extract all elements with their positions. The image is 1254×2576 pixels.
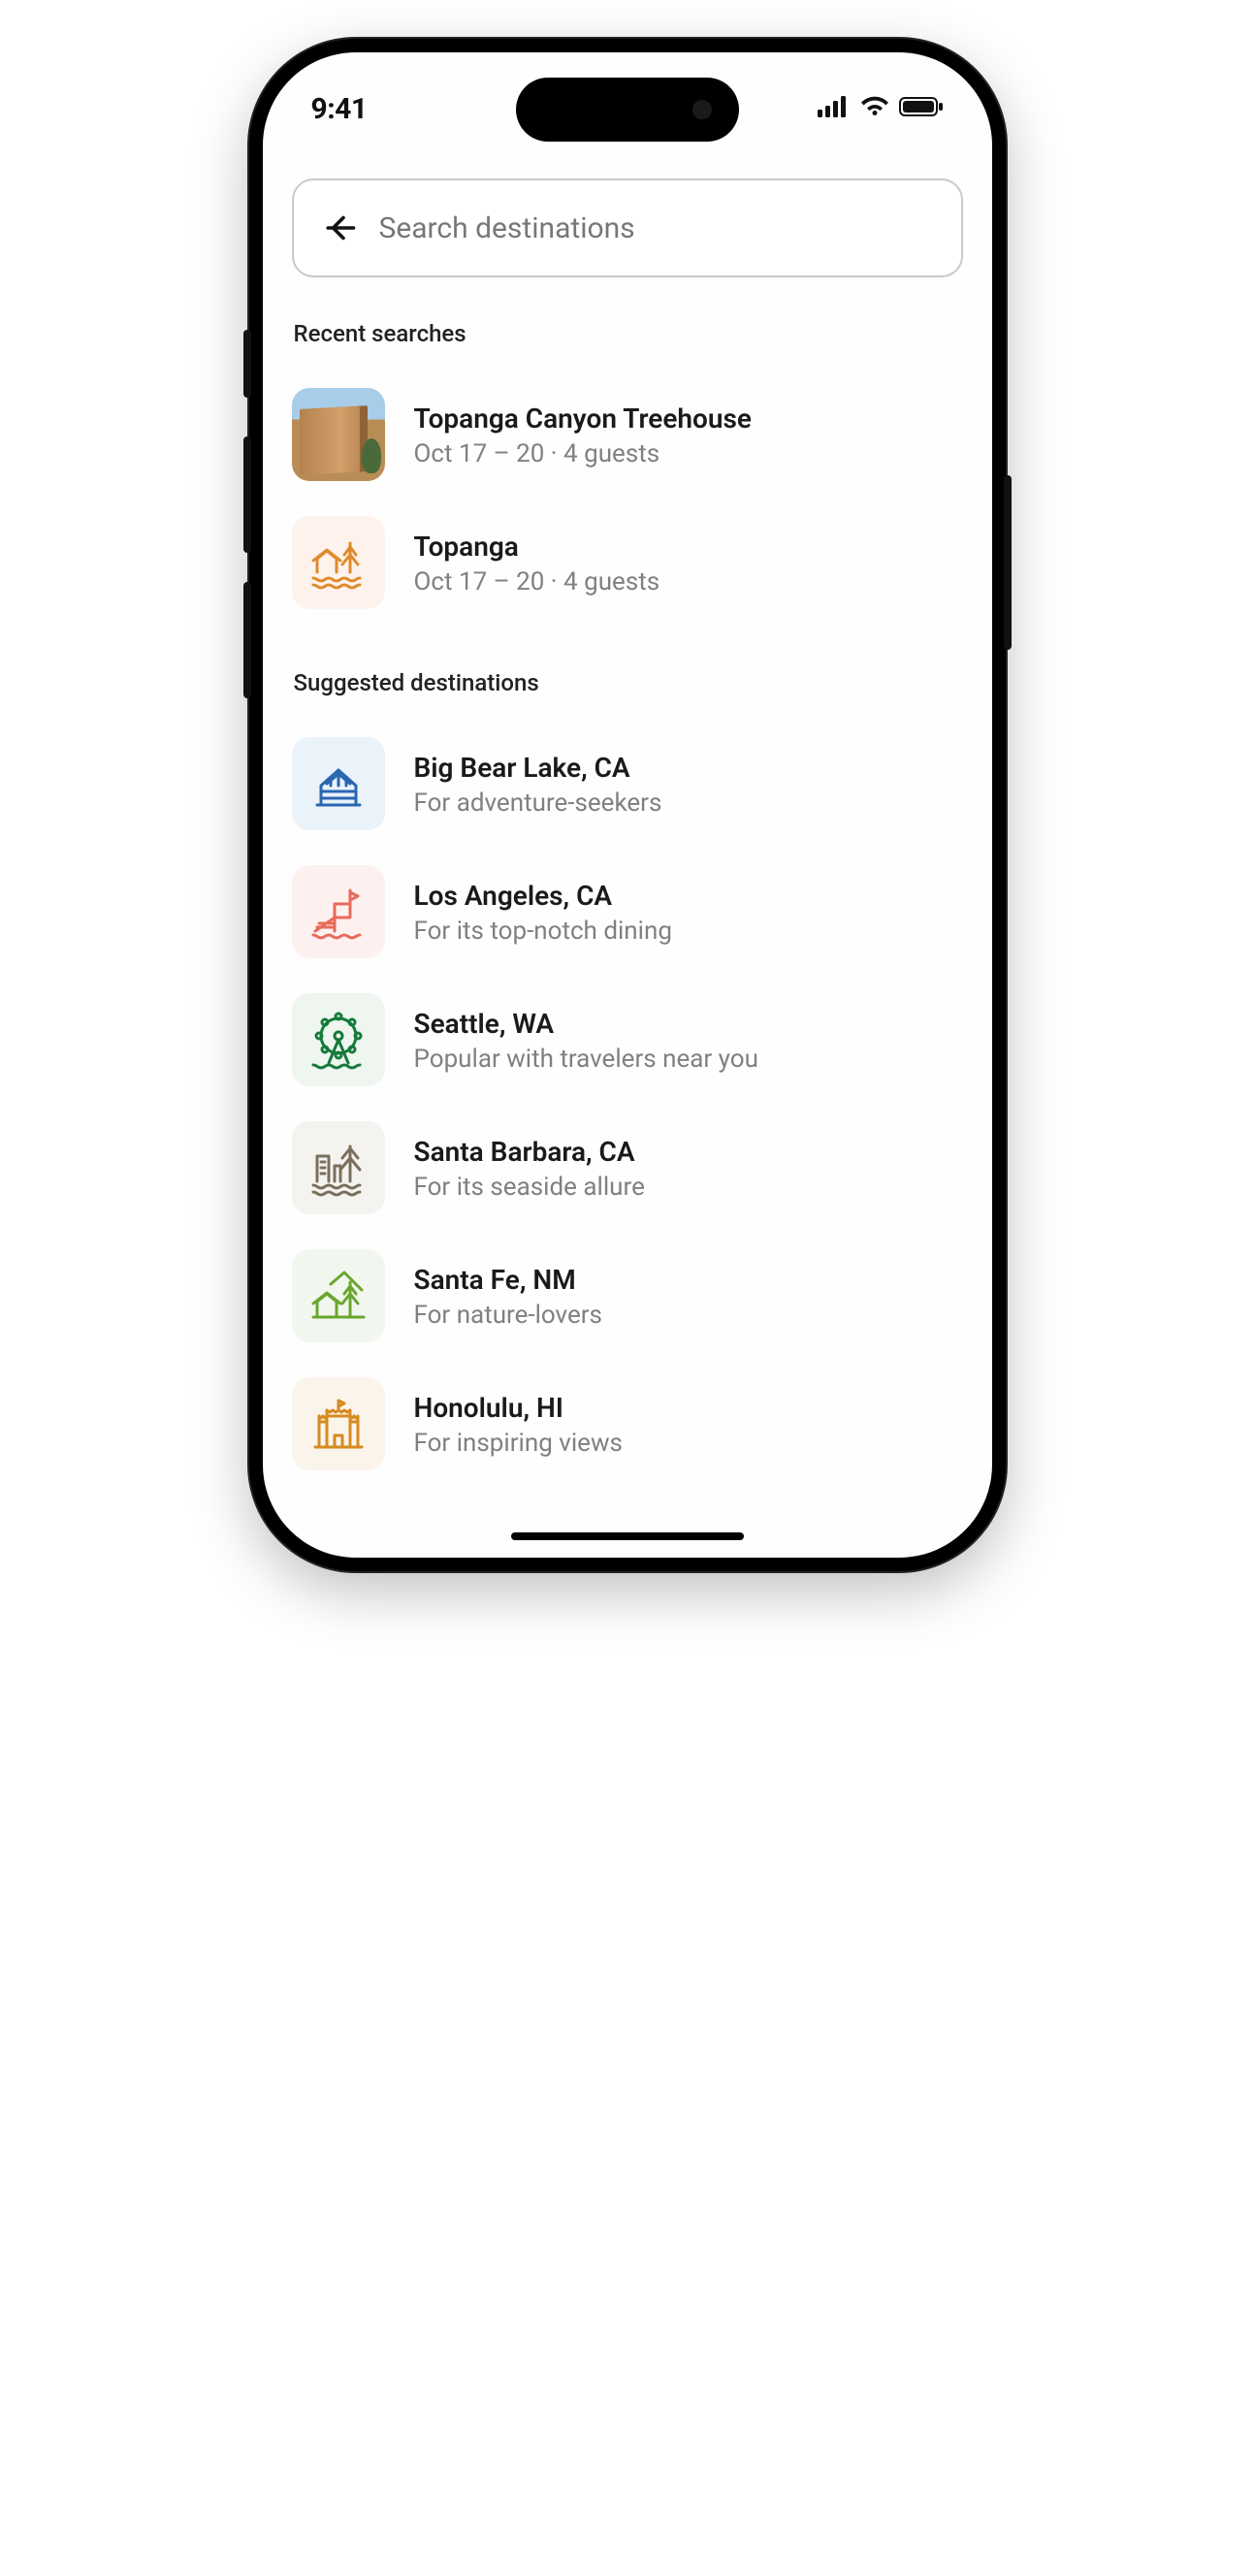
suggested-item-title: Honolulu, HI bbox=[414, 1391, 623, 1425]
suggested-item[interactable]: Los Angeles, CA For its top-notch dining bbox=[292, 848, 963, 976]
castle-icon bbox=[292, 1377, 385, 1470]
phone-frame: 9:41 Search destinations bbox=[249, 39, 1006, 1571]
side-button bbox=[1004, 475, 1012, 650]
suggested-item-title: Seattle, WA bbox=[414, 1007, 758, 1041]
photo-treehouse-icon bbox=[292, 388, 385, 481]
suggested-item-subtitle: For inspiring views bbox=[414, 1429, 623, 1458]
recent-item[interactable]: Topanga Oct 17 – 20 · 4 guests bbox=[292, 499, 963, 627]
cabin-icon bbox=[292, 737, 385, 830]
suggested-destinations-heading: Suggested destinations bbox=[294, 669, 963, 696]
suggested-item-title: Santa Barbara, CA bbox=[414, 1135, 645, 1169]
signal-icon bbox=[818, 96, 851, 121]
screen: 9:41 Search destinations bbox=[263, 52, 992, 1558]
status-icons bbox=[818, 96, 944, 121]
recent-item-title: Topanga bbox=[414, 530, 660, 564]
suggested-item-subtitle: For adventure-seekers bbox=[414, 789, 662, 818]
content: Search destinations Recent searches Topa… bbox=[263, 149, 992, 1488]
suggested-item-title: Santa Fe, NM bbox=[414, 1263, 602, 1297]
city-water-icon bbox=[292, 1121, 385, 1214]
mountain-cabin-icon bbox=[292, 1249, 385, 1342]
wifi-icon bbox=[860, 96, 889, 121]
search-bar[interactable]: Search destinations bbox=[292, 178, 963, 277]
suggested-item[interactable]: Santa Barbara, CA For its seaside allure bbox=[292, 1104, 963, 1232]
recent-item-subtitle: Oct 17 – 20 · 4 guests bbox=[414, 567, 660, 596]
side-button bbox=[243, 582, 251, 698]
dynamic-island bbox=[516, 78, 739, 142]
suggested-item[interactable]: Big Bear Lake, CA For adventure-seekers bbox=[292, 720, 963, 848]
suggested-item-subtitle: For nature-lovers bbox=[414, 1301, 602, 1330]
recent-searches-heading: Recent searches bbox=[294, 320, 963, 347]
arrow-left-icon[interactable] bbox=[323, 210, 358, 245]
suggested-item[interactable]: Honolulu, HI For inspiring views bbox=[292, 1360, 963, 1488]
status-time: 9:41 bbox=[311, 92, 368, 126]
battery-icon bbox=[899, 96, 944, 121]
side-button bbox=[243, 330, 251, 398]
lifeguard-icon bbox=[292, 865, 385, 958]
suggested-item-subtitle: For its seaside allure bbox=[414, 1173, 645, 1202]
suggested-item-subtitle: Popular with travelers near you bbox=[414, 1045, 758, 1074]
search-input[interactable]: Search destinations bbox=[379, 211, 635, 245]
suggested-item-title: Los Angeles, CA bbox=[414, 879, 672, 913]
suggested-item-title: Big Bear Lake, CA bbox=[414, 751, 662, 785]
recent-item-title: Topanga Canyon Treehouse bbox=[414, 402, 753, 435]
recent-item[interactable]: Topanga Canyon Treehouse Oct 17 – 20 · 4… bbox=[292, 370, 963, 499]
cabin-water-icon bbox=[292, 516, 385, 609]
suggested-item-subtitle: For its top-notch dining bbox=[414, 917, 672, 946]
ferris-wheel-icon bbox=[292, 993, 385, 1086]
side-button bbox=[243, 436, 251, 553]
suggested-item[interactable]: Seattle, WA Popular with travelers near … bbox=[292, 976, 963, 1104]
suggested-item[interactable]: Santa Fe, NM For nature-lovers bbox=[292, 1232, 963, 1360]
home-indicator[interactable] bbox=[511, 1532, 744, 1540]
recent-item-subtitle: Oct 17 – 20 · 4 guests bbox=[414, 439, 753, 468]
